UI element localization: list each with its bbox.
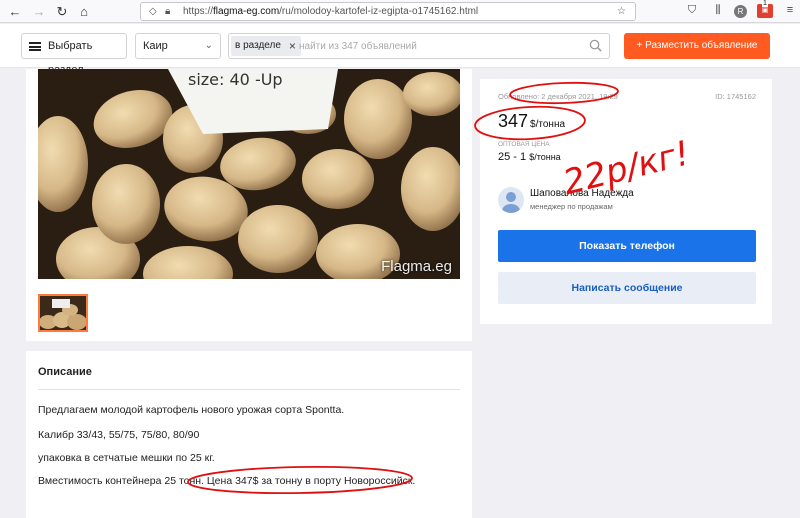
avatar[interactable] (498, 187, 524, 213)
price-unit: $/тонна (530, 119, 566, 130)
url-text[interactable]: https://flagma-eg.com/ru/molodoy-kartofe… (183, 6, 478, 17)
divider (38, 389, 460, 390)
seller-name[interactable]: Шаповалова Надежда (530, 188, 634, 199)
ad-id: ID: 1745162 (715, 92, 756, 101)
write-message-button[interactable]: Написать сообщение (498, 272, 756, 304)
bookmark-star-icon[interactable]: ☆ (617, 6, 626, 17)
shield-icon[interactable]: ◇ (149, 6, 157, 17)
photo-label: size: 40 -Up (188, 70, 283, 89)
price: 347 $/тонна (498, 111, 565, 132)
choose-section-button[interactable]: Выбрать раздел (21, 33, 127, 76)
address-bar[interactable]: ◇ 🔒︎ https://flagma-eg.com/ru/molodoy-ka… (140, 2, 636, 21)
description-line: упаковка в сетчатые мешки по 25 кг. (38, 452, 215, 464)
pocket-icon[interactable]: ⛉ (684, 4, 700, 17)
thumbnail-image (40, 296, 86, 330)
description-line: Калибр 33/43, 55/75, 75/80, 80/90 (38, 429, 200, 441)
search-icon[interactable] (589, 39, 602, 52)
updated-date: Обновлено: 2 декабря 2021, 19:29 (498, 92, 618, 101)
forward-icon[interactable]: → (30, 3, 48, 21)
menu-icon[interactable]: ≡ (782, 4, 798, 16)
user-icon (502, 192, 520, 213)
back-icon[interactable]: ← (6, 3, 24, 21)
home-icon[interactable]: ⌂ (75, 3, 93, 21)
account-avatar[interactable]: R (734, 5, 747, 18)
show-phone-button[interactable]: Показать телефон (498, 230, 756, 262)
lock-icon[interactable]: 🔒︎ (165, 6, 170, 17)
description-line: Предлагаем молодой картофель нового урож… (38, 404, 345, 416)
close-icon[interactable]: × (289, 36, 296, 56)
library-icon[interactable]: ⫼ (710, 4, 726, 17)
wholesale-label: Оптовая цена (498, 141, 550, 148)
city-value: Каир (143, 40, 168, 52)
description-title: Описание (38, 366, 92, 378)
city-select[interactable]: Каир ⌄ (135, 33, 221, 59)
product-photo[interactable]: size: 40 -Up Flagma.eg (38, 69, 460, 279)
wholesale-range: 25 - 1 (498, 151, 527, 163)
site-header: Выбрать раздел Каир ⌄ в разделе × + Разм… (0, 24, 800, 76)
wholesale-price: 25 - 1 $/тонна (498, 151, 561, 163)
potatoes-image: size: 40 -Up (38, 69, 460, 279)
price-value: 347 (498, 111, 529, 131)
wholesale-unit: $/тонна (529, 152, 561, 162)
description-line: Вместимость контейнера 25 тонн. Цена 347… (38, 475, 416, 487)
extension-badge-count: 1 (762, 0, 768, 7)
photo-thumbnail[interactable] (38, 294, 88, 332)
hamburger-icon (29, 42, 41, 51)
search-input[interactable] (299, 36, 575, 56)
post-ad-button[interactable]: + Разместить объявление (624, 33, 770, 59)
scope-chip[interactable]: в разделе × (231, 36, 301, 56)
offer-card: Обновлено: 2 декабря 2021, 19:29 ID: 174… (480, 79, 772, 324)
scope-chip-label: в разделе (235, 40, 281, 51)
watermark: Flagma.eg (381, 258, 452, 275)
description-card: Описание Предлагаем молодой картофель но… (26, 351, 472, 518)
reload-icon[interactable]: ↻ (53, 3, 71, 21)
search-group: в разделе × (228, 33, 610, 59)
gallery-card: size: 40 -Up Flagma.eg (26, 69, 472, 341)
browser-toolbar: ← → ↻ ⌂ ◇ 🔒︎ https://flagma-eg.com/ru/mo… (0, 0, 800, 23)
chevron-down-icon: ⌄ (204, 40, 213, 51)
seller-role: менеджер по продажам (530, 202, 613, 211)
